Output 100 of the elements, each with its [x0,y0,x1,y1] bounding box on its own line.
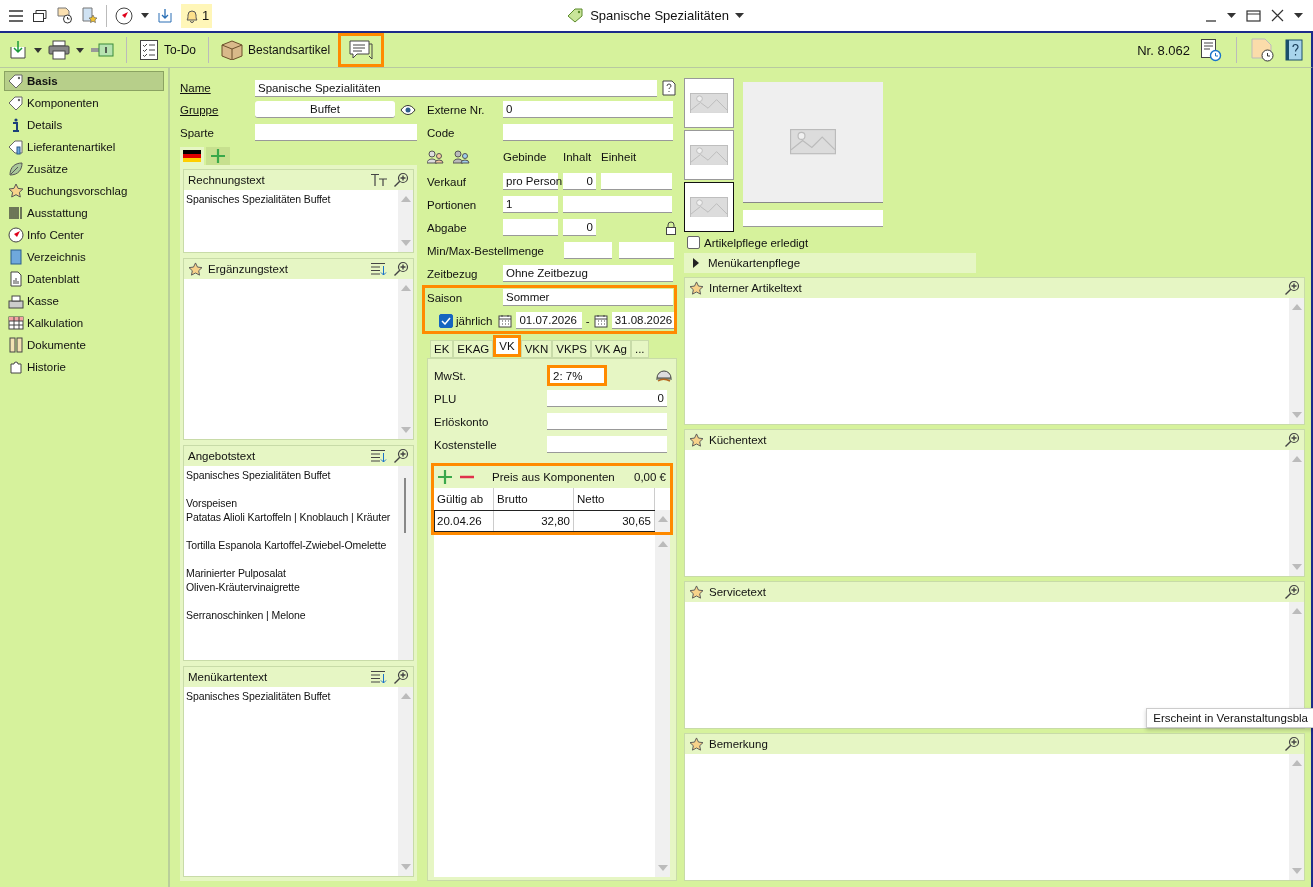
help-icon[interactable] [1285,39,1303,61]
sidebar-item[interactable]: Zusätze [4,159,164,179]
scrollbar[interactable] [398,190,413,252]
sidebar-item[interactable]: Kalkulation [4,313,164,333]
division-field[interactable] [255,124,417,141]
people-icon[interactable] [453,150,471,164]
menu-icon[interactable] [8,8,24,23]
zoom-in-icon[interactable] [393,448,409,464]
people-icon[interactable] [427,150,445,164]
sidebar-item[interactable]: Basis [4,71,164,91]
zoom-in-icon[interactable] [393,261,409,277]
image-thumbnail[interactable] [684,78,734,128]
caret-icon[interactable] [141,12,149,19]
vat-field[interactable]: 2: 7% [547,365,607,386]
sidebar-item[interactable]: Historie [4,357,164,377]
plug-icon[interactable] [90,43,116,57]
yearly-checkbox[interactable]: jährlich [439,313,493,328]
scrollbar[interactable] [398,687,413,876]
sort-icon[interactable] [370,670,388,684]
sidebar-item[interactable]: Datenblatt [4,269,164,289]
document-history-icon[interactable] [1200,38,1222,62]
image-thumbnail[interactable] [684,182,734,232]
calendar-icon[interactable] [498,313,513,328]
price-tab[interactable]: VKN [520,340,553,358]
caret-icon[interactable] [1227,12,1236,19]
scrollbar[interactable] [655,535,670,877]
issue-field[interactable] [503,219,558,236]
sidebar-item[interactable]: Details [4,115,164,135]
maximize-icon[interactable] [1246,9,1261,22]
zoom-in-icon[interactable] [393,669,409,685]
add-icon[interactable] [438,470,452,484]
comment-button[interactable] [338,33,385,67]
caret-icon[interactable] [34,47,42,53]
min-quantity-field[interactable] [564,242,612,259]
compass-icon[interactable] [115,6,133,25]
zoom-in-icon[interactable] [1284,584,1300,600]
document-clock-icon[interactable] [1251,38,1275,62]
image-thumbnail[interactable] [684,130,734,180]
download-icon[interactable] [157,7,173,24]
sidebar-item[interactable]: Kasse [4,291,164,311]
plu-field[interactable]: 0 [547,390,667,407]
external-number-field[interactable]: 0 [503,101,673,118]
price-tab[interactable]: VK [493,335,521,357]
name-field[interactable]: Spanische Spezialitäten [255,79,657,97]
price-tab[interactable]: VK Ag [591,340,631,358]
cost-center-field[interactable] [547,436,667,453]
caret-icon[interactable] [76,47,84,53]
todo-button[interactable]: To-Do [137,36,198,64]
max-quantity-field[interactable] [619,242,674,259]
revenue-account-field[interactable] [547,413,667,430]
caret-icon[interactable] [1294,12,1303,19]
cloche-icon[interactable] [655,368,673,383]
windows-icon[interactable] [32,8,48,23]
sidebar-item[interactable]: Info Center [4,225,164,245]
unit-field[interactable] [601,173,672,190]
scrollbar[interactable] [398,466,413,660]
issue-content-field[interactable]: 0 [563,219,596,236]
sidebar-item[interactable]: Komponenten [4,93,164,113]
language-tab[interactable] [180,147,204,165]
portions-field[interactable]: 1 [503,196,558,213]
scrollbar[interactable] [655,510,670,532]
close-icon[interactable] [1271,9,1284,22]
printer-icon[interactable] [48,40,70,60]
document-icon[interactable] [662,80,676,96]
image-caption-field[interactable] [743,210,883,227]
portions-unit-field[interactable] [563,196,672,213]
remove-icon[interactable] [460,475,474,479]
import-icon[interactable] [8,40,28,60]
time-reference-field[interactable]: Ohne Zeitbezug [503,265,673,282]
calendar-icon[interactable] [593,313,608,328]
star-document-icon[interactable] [81,7,98,24]
content-field[interactable]: 0 [563,173,596,190]
sidebar-item[interactable]: Dokumente [4,335,164,355]
sidebar-item[interactable]: Lieferantenartikel [4,137,164,157]
season-field[interactable]: Sommer [503,289,673,306]
scrollbar[interactable] [398,279,413,439]
menu-card-expander[interactable]: Menükartenpflege [684,253,976,273]
group-field[interactable]: Buffet [255,101,395,118]
price-tab[interactable]: EK [430,340,454,358]
code-field[interactable] [503,124,673,141]
zoom-in-icon[interactable] [1284,736,1300,752]
zoom-in-icon[interactable] [1284,432,1300,448]
stock-article-button[interactable]: Bestandsartikel [219,37,333,63]
maintenance-checkbox[interactable]: Artikelpflege erledigt [687,236,1305,249]
scrollbar[interactable] [1289,298,1304,424]
lock-icon[interactable] [665,220,677,235]
scrollbar[interactable] [1289,754,1304,880]
price-tab[interactable]: VKPS [552,340,591,358]
sidebar-item[interactable]: Buchungsvorschlag [4,181,164,201]
sort-icon[interactable] [370,449,388,463]
text-size-icon[interactable] [370,173,388,187]
scrollbar[interactable] [1289,450,1304,576]
eye-icon[interactable] [400,104,416,115]
zoom-in-icon[interactable] [393,172,409,188]
notification-button[interactable]: 1 [181,3,213,28]
date-field[interactable]: 01.07.2026 [516,312,582,329]
calendar-clock-icon[interactable] [56,7,73,24]
sidebar-item[interactable]: Ausstattung [4,203,164,223]
date-field[interactable]: 31.08.2026 [611,312,677,329]
price-tab[interactable]: EKAG [453,340,494,358]
